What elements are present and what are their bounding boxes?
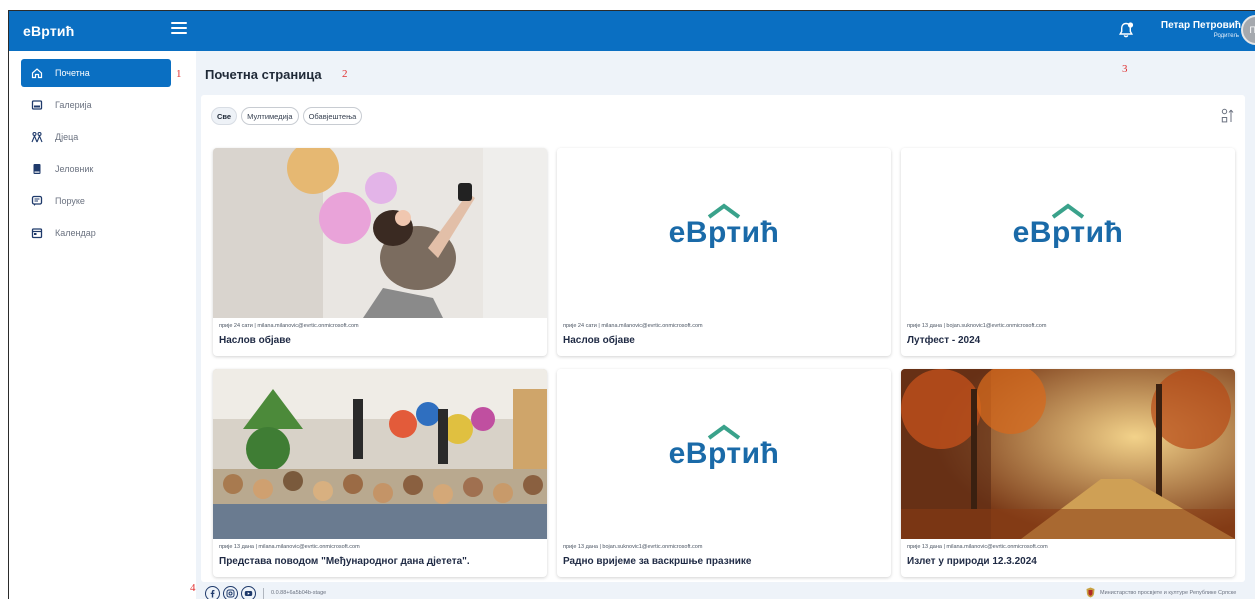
coat-of-arms-icon <box>1086 587 1095 598</box>
menu-book-icon <box>31 163 43 175</box>
post-card[interactable]: еВртић прије 24 сати | milana.milanovic@… <box>557 148 891 356</box>
gallery-icon <box>31 99 43 111</box>
sidebar-item-home[interactable]: Почетна <box>21 59 171 87</box>
ministry-text: Министарство просвјете и културе Републи… <box>1100 589 1237 596</box>
annotation-marker-2: 2 <box>342 68 348 80</box>
avatar-initials: ПП <box>1250 25 1255 35</box>
annotation-marker-1: 1 <box>176 68 182 80</box>
post-image-forest <box>901 369 1235 539</box>
user-role: Родитељ <box>1213 33 1239 39</box>
app-frame: еВртић Петар Петровић Родитељ ПП Почетна… <box>8 10 1255 599</box>
post-meta: прије 24 сати | milana.milanovic@evrtic.… <box>563 323 703 329</box>
app-logo[interactable]: еВртић <box>23 23 74 39</box>
evrtic-logo-text: еВртић <box>668 216 780 249</box>
evrtic-logo-text: еВртић <box>668 437 780 470</box>
sidebar-item-label: Поруке <box>55 196 85 206</box>
sidebar: Почетна Галерија Дјеца Јеловник Поруке К… <box>9 51 196 599</box>
post-meta: прије 13 дана | milana.milanovic@evrtic.… <box>907 544 1048 550</box>
post-meta: прије 13 дана | bojan.suknovic1@evrtic.o… <box>907 323 1047 329</box>
avatar[interactable]: ПП <box>1241 15 1255 45</box>
filter-chips: Све Мултимедија Обавјештења <box>211 107 363 125</box>
home-icon <box>31 67 43 79</box>
evrtic-logo-text: еВртић <box>1012 216 1124 249</box>
sidebar-item-calendar[interactable]: Календар <box>21 219 171 247</box>
post-card[interactable]: еВртић прије 13 дана | bojan.suknovic1@e… <box>901 148 1235 356</box>
post-image-theatre <box>213 369 547 539</box>
evrtic-logo: еВртић <box>557 369 891 539</box>
ministry-credit: Министарство просвјете и културе Републи… <box>1085 587 1236 598</box>
sidebar-item-menu[interactable]: Јеловник <box>21 155 171 183</box>
sidebar-item-children[interactable]: Дјеца <box>21 123 171 151</box>
sidebar-item-label: Јеловник <box>55 164 94 174</box>
footer-divider <box>263 587 264 599</box>
filter-chip-multimedia[interactable]: Мултимедија <box>241 107 299 125</box>
youtube-icon[interactable] <box>241 585 256 599</box>
sidebar-item-gallery[interactable]: Галерија <box>21 91 171 119</box>
children-icon <box>31 131 43 143</box>
sidebar-item-label: Дјеца <box>55 132 79 142</box>
evrtic-logo: еВртић <box>557 148 891 318</box>
sort-icon[interactable] <box>1221 108 1235 124</box>
post-title: Лутфест - 2024 <box>907 335 981 346</box>
sidebar-item-label: Галерија <box>55 100 92 110</box>
post-title: Наслов објаве <box>219 335 291 346</box>
post-meta: прије 13 дана | bojan.suknovic1@evrtic.o… <box>563 544 703 550</box>
content-panel: Све Мултимедија Обавјештења прије 24 сат… <box>201 95 1245 582</box>
annotation-marker-3: 3 <box>1122 63 1128 75</box>
top-bar: еВртић Петар Петровић Родитељ ПП <box>9 11 1255 51</box>
footer: 0.0.88+6a5b04b-stage <box>205 585 327 599</box>
calendar-icon <box>31 227 43 239</box>
sidebar-item-label: Календар <box>55 228 96 238</box>
post-image-party <box>213 148 547 318</box>
post-card[interactable]: еВртић прије 13 дана | bojan.suknovic1@e… <box>557 369 891 577</box>
post-card[interactable]: прије 13 дана | milana.milanovic@evrtic.… <box>901 369 1235 577</box>
post-meta: прије 24 сати | milana.milanovic@evrtic.… <box>219 323 359 329</box>
sidebar-item-label: Почетна <box>55 68 90 78</box>
instagram-icon[interactable] <box>223 585 238 599</box>
filter-chip-notices[interactable]: Обавјештења <box>302 107 363 125</box>
post-card[interactable]: прије 13 дана | milana.milanovic@evrtic.… <box>213 369 547 577</box>
app-version: 0.0.88+6a5b04b-stage <box>271 590 327 596</box>
user-name[interactable]: Петар Петровић <box>1145 20 1241 31</box>
post-card[interactable]: прије 24 сати | milana.milanovic@evrtic.… <box>213 148 547 356</box>
page-title: Почетна страница <box>205 67 322 82</box>
post-meta: прије 13 дана | milana.milanovic@evrtic.… <box>219 544 360 550</box>
facebook-icon[interactable] <box>205 585 220 599</box>
post-title: Наслов објаве <box>563 335 635 346</box>
evrtic-logo: еВртић <box>901 148 1235 318</box>
sidebar-item-messages[interactable]: Поруке <box>21 187 171 215</box>
filter-chip-all[interactable]: Све <box>211 107 238 125</box>
post-title: Представа поводом "Међународног дана дје… <box>219 556 470 567</box>
post-title: Излет у природи 12.3.2024 <box>907 556 1037 567</box>
notification-bell-icon[interactable] <box>1117 21 1135 39</box>
hamburger-menu-icon[interactable] <box>171 22 187 38</box>
annotation-marker-4: 4 <box>190 582 196 594</box>
messages-icon <box>31 195 43 207</box>
post-title: Радно вријеме за васкршње празнике <box>563 556 752 567</box>
